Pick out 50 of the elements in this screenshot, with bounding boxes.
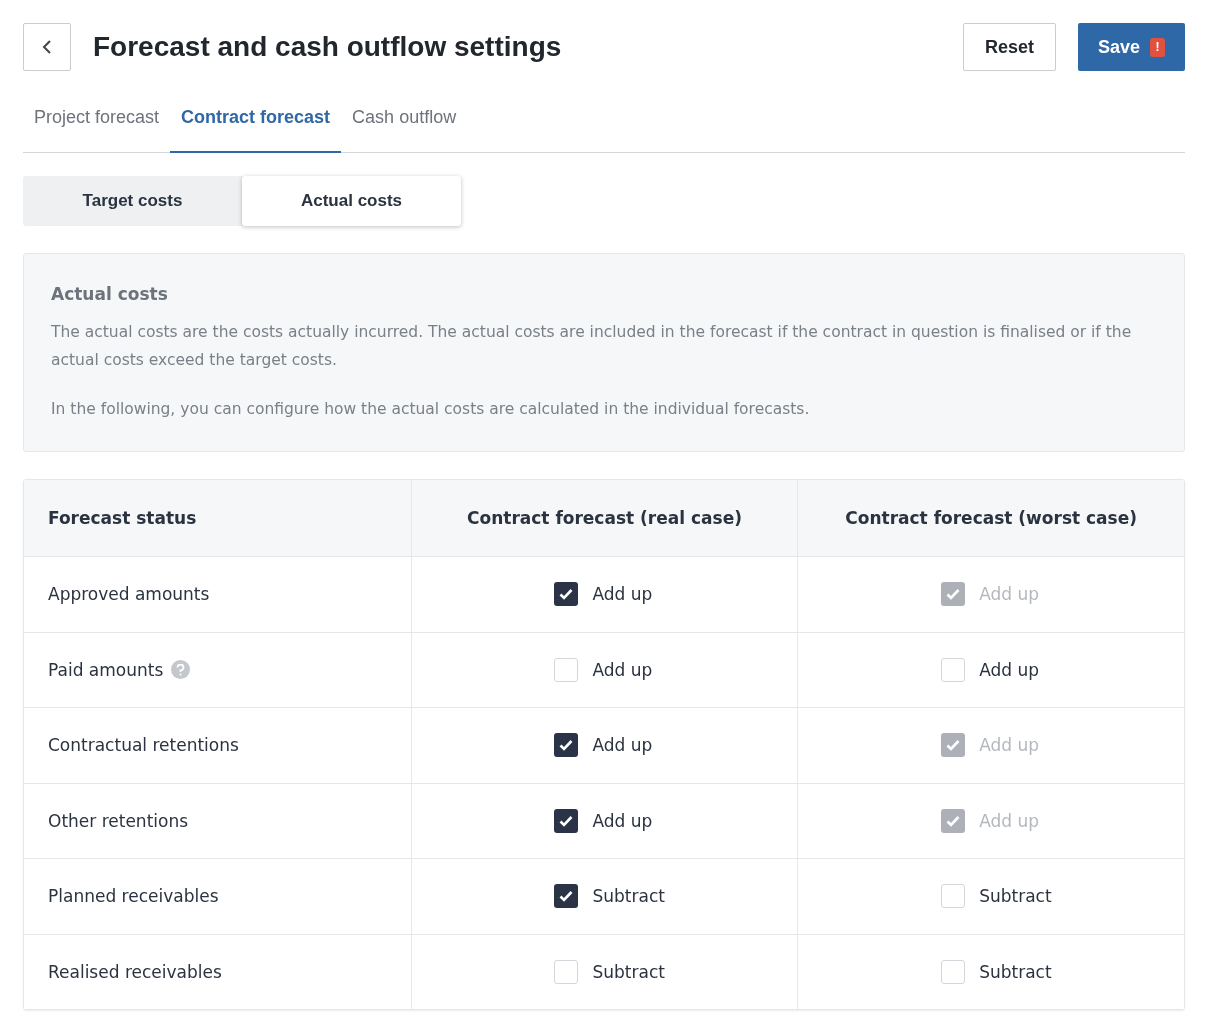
column-header: Forecast status <box>47 507 198 530</box>
check-icon <box>946 814 961 827</box>
row-label: Paid amounts <box>48 659 164 680</box>
checkbox[interactable] <box>941 657 966 682</box>
reset-button[interactable]: Reset <box>962 23 1056 71</box>
checkbox[interactable] <box>941 959 966 984</box>
check-icon <box>559 890 574 903</box>
checkbox[interactable] <box>554 582 579 607</box>
checkbox-label: Subtract <box>979 886 1052 907</box>
save-button[interactable]: Save ! <box>1077 23 1185 71</box>
checkbox-label: Subtract <box>592 886 665 907</box>
checkbox-label: Add up <box>979 810 1040 831</box>
row-label: Other retentions <box>48 810 189 831</box>
checkbox[interactable] <box>941 884 966 909</box>
tab[interactable]: Project forecast <box>23 99 171 153</box>
help-icon[interactable] <box>171 660 191 680</box>
segment-button[interactable]: Actual costs <box>242 176 461 226</box>
row-label: Approved amounts <box>48 584 210 605</box>
chevron-left-icon <box>42 39 52 55</box>
checkbox-label: Add up <box>979 735 1040 756</box>
checkbox-label: Add up <box>592 735 653 756</box>
row-label: Contractual retentions <box>48 735 239 756</box>
check-icon <box>559 588 574 601</box>
checkbox-label: Add up <box>979 584 1040 605</box>
info-title: Actual costs <box>51 284 169 304</box>
checkbox[interactable] <box>554 733 579 758</box>
checkbox-label: Add up <box>592 810 653 831</box>
back-button[interactable] <box>23 23 71 71</box>
checkbox-label: Add up <box>592 659 653 680</box>
check-icon <box>946 739 961 752</box>
row-label: Realised receivables <box>48 961 222 982</box>
tab[interactable]: Cash outflow <box>341 99 468 153</box>
checkbox-label: Subtract <box>979 961 1052 982</box>
checkbox[interactable] <box>554 884 579 909</box>
checkbox-label: Add up <box>979 659 1040 680</box>
segment-button[interactable]: Target costs <box>23 176 242 226</box>
checkbox[interactable] <box>554 808 579 833</box>
warning-badge: ! <box>1150 37 1165 57</box>
row-label: Planned receivables <box>48 886 219 907</box>
info-paragraph: In the following, you can configure how the actual costs are calculated in the individual forecasts. <box>51 399 811 420</box>
check-icon <box>559 739 574 752</box>
checkbox-label: Subtract <box>592 961 665 982</box>
tab[interactable]: Contract forecast <box>170 99 342 153</box>
checkbox[interactable] <box>554 959 579 984</box>
checkbox[interactable] <box>554 657 579 682</box>
page-title: Forecast and cash outflow settings <box>93 31 563 63</box>
checkbox-label: Add up <box>592 584 653 605</box>
check-icon <box>946 588 961 601</box>
info-paragraph: The actual costs are the costs actually incurred. The actual costs are included in the forecast if the contract in question is finalised or if the actual costs exceed the target costs. <box>51 322 1133 371</box>
check-icon <box>559 814 574 827</box>
